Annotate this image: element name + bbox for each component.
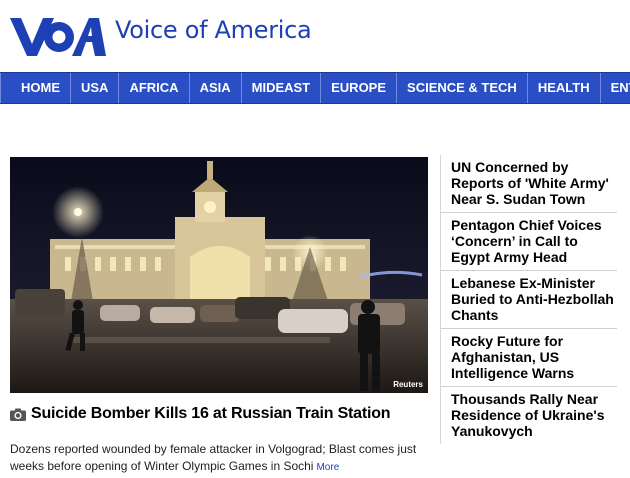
- nav-entertainment[interactable]: ENTERT: [601, 73, 630, 103]
- lead-headline-text: Suicide Bomber Kills 16 at Russian Train…: [31, 405, 391, 422]
- nav-science-tech[interactable]: SCIENCE & TECH: [397, 73, 528, 103]
- voa-logo-mark: [10, 18, 106, 56]
- story-link[interactable]: Lebanese Ex-Minister Buried to Anti-Hezb…: [441, 271, 617, 329]
- story-link[interactable]: Thousands Rally Near Residence of Ukrain…: [441, 387, 617, 444]
- nav-asia[interactable]: ASIA: [190, 73, 242, 103]
- nav-africa[interactable]: AFRICA: [119, 73, 190, 103]
- more-link[interactable]: More: [316, 462, 339, 473]
- nav-europe[interactable]: EUROPE: [321, 73, 398, 103]
- top-stories-sidebar: UN Concerned by Reports of 'White Army' …: [440, 155, 617, 444]
- train-station-photo: [10, 157, 428, 393]
- camera-icon: [10, 408, 26, 421]
- story-link[interactable]: Pentagon Chief Voices ‘Concern’ in Call …: [441, 213, 617, 271]
- site-title: Voice of America: [115, 16, 312, 44]
- lead-headline[interactable]: Suicide Bomber Kills 16 at Russian Train…: [10, 405, 430, 423]
- nav-mideast[interactable]: MIDEAST: [242, 73, 322, 103]
- photo-credit: Reuters: [393, 380, 423, 389]
- nav-health[interactable]: HEALTH: [528, 73, 601, 103]
- lead-summary: Dozens reported wounded by female attack…: [10, 441, 428, 476]
- lead-photo[interactable]: Reuters: [10, 157, 428, 393]
- lead-summary-text: Dozens reported wounded by female attack…: [10, 442, 417, 473]
- story-link[interactable]: Rocky Future for Afghanistan, US Intelli…: [441, 329, 617, 387]
- story-link[interactable]: UN Concerned by Reports of 'White Army' …: [441, 155, 617, 213]
- main-nav: HOME USA AFRICA ASIA MIDEAST EUROPE SCIE…: [0, 72, 630, 104]
- nav-usa[interactable]: USA: [71, 73, 120, 103]
- nav-home[interactable]: HOME: [0, 73, 71, 103]
